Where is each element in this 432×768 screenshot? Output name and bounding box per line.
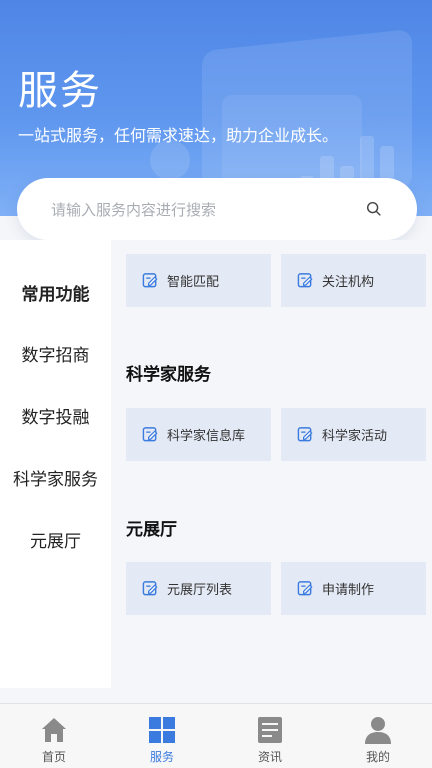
news-icon <box>258 717 282 743</box>
tab-label: 服务 <box>149 750 174 764</box>
user-icon <box>365 717 391 744</box>
edit-icon <box>297 273 313 288</box>
tab-news[interactable]: 资讯 <box>216 704 324 768</box>
bottom-tab-bar: 首页 服务 资讯 我的 <box>0 703 432 768</box>
tab-home[interactable]: 首页 <box>0 704 108 768</box>
sidebar-item-scientist-service[interactable]: 科学家服务 <box>0 465 111 490</box>
search-icon[interactable] <box>365 200 383 218</box>
sidebar-item-common[interactable]: 常用功能 <box>0 280 111 305</box>
tab-mine[interactable]: 我的 <box>324 704 432 768</box>
service-content: 智能匹配 关注机构 科学家服务 科学家信息库 科学家活动 元展厅 元展厅列表 申… <box>111 240 432 688</box>
edit-icon <box>142 427 158 442</box>
page-subtitle: 一站式服务，任何需求速达，助力企业成长。 <box>18 126 339 145</box>
service-card-label: 申请制作 <box>322 583 375 598</box>
sidebar-item-digital-investment-attraction[interactable]: 数字招商 <box>0 341 111 366</box>
search-bar[interactable]: 请输入服务内容进行搜索 <box>17 178 417 240</box>
service-card-meta-hall-list[interactable]: 元展厅列表 <box>126 562 271 615</box>
service-card-label: 关注机构 <box>322 275 375 290</box>
service-card-smart-match[interactable]: 智能匹配 <box>126 254 271 307</box>
service-card-apply-production[interactable]: 申请制作 <box>281 562 426 615</box>
tab-service[interactable]: 服务 <box>108 704 216 768</box>
divider <box>0 688 432 703</box>
service-card-label: 元展厅列表 <box>167 583 233 598</box>
sidebar-item-digital-financing[interactable]: 数字投融 <box>0 403 111 428</box>
service-card-label: 智能匹配 <box>167 275 220 290</box>
service-card-scientist-database[interactable]: 科学家信息库 <box>126 408 271 461</box>
page-title: 服务 <box>18 68 102 114</box>
search-input[interactable]: 请输入服务内容进行搜索 <box>51 199 365 220</box>
home-icon <box>42 718 66 742</box>
service-card-label: 科学家活动 <box>322 429 388 444</box>
edit-icon <box>142 273 158 288</box>
tab-label: 资讯 <box>257 750 282 764</box>
tab-label: 首页 <box>41 750 66 764</box>
category-sidebar: 常用功能 数字招商 数字投融 科学家服务 元展厅 <box>0 240 111 688</box>
section-title-scientist-service: 科学家服务 <box>126 365 211 385</box>
sidebar-item-meta-hall[interactable]: 元展厅 <box>0 527 111 552</box>
service-card-label: 科学家信息库 <box>167 429 246 444</box>
edit-icon <box>297 581 313 596</box>
service-card-scientist-activity[interactable]: 科学家活动 <box>281 408 426 461</box>
edit-icon <box>142 581 158 596</box>
grid-icon <box>149 717 175 743</box>
service-card-follow-institution[interactable]: 关注机构 <box>281 254 426 307</box>
hero-illustration-circle <box>150 140 190 180</box>
edit-icon <box>297 427 313 442</box>
section-title-meta-hall: 元展厅 <box>126 520 177 540</box>
tab-label: 我的 <box>365 750 390 764</box>
